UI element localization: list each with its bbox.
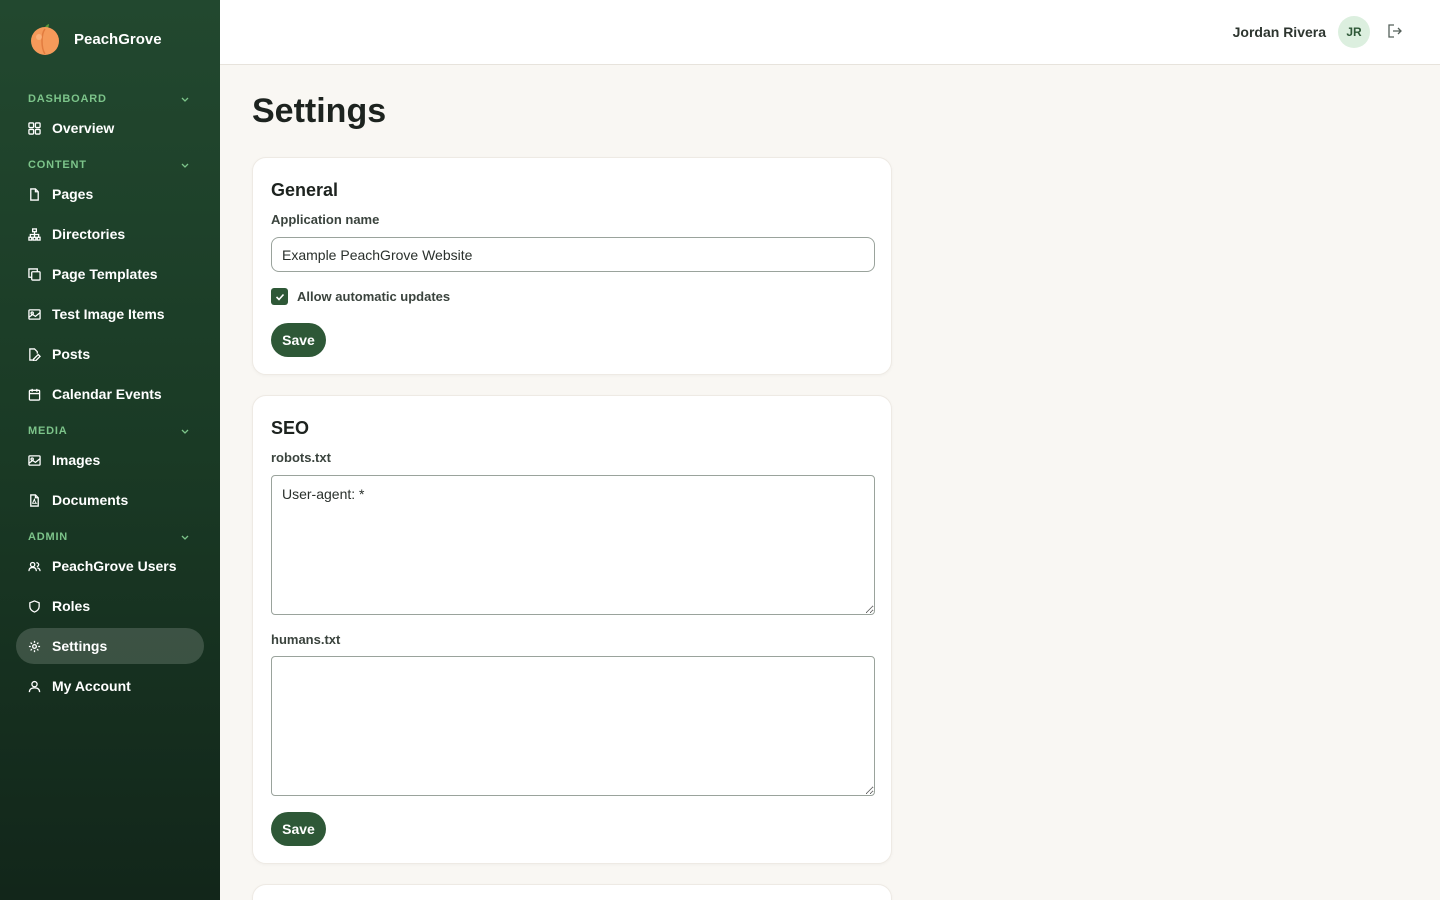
nav-section-content: CONTENT Pages Directories Page Templates… [0, 155, 220, 412]
nav-header-admin[interactable]: ADMIN [0, 527, 220, 547]
sidebar-item-label: Pages [52, 186, 94, 202]
sidebar-item-calendar-events[interactable]: Calendar Events [16, 376, 204, 412]
nav-header-content[interactable]: CONTENT [0, 155, 220, 175]
sidebar-item-documents[interactable]: Documents [16, 482, 204, 518]
file-edit-icon [29, 347, 41, 361]
card-title: General [271, 180, 339, 200]
auto-updates-row: Allow automatic updates [271, 288, 450, 305]
users-icon [28, 561, 41, 571]
image-icon [28, 308, 41, 320]
sidebar-item-label: Settings [52, 638, 108, 654]
sidebar-item-settings[interactable]: Settings [16, 628, 204, 664]
topbar: Jordan Rivera JR [220, 0, 1440, 65]
nav-header-label: MEDIA [28, 425, 68, 437]
gear-icon [28, 640, 41, 652]
application-name-label: Application name [271, 212, 380, 227]
card-title: SEO [271, 418, 310, 438]
nav-header-media[interactable]: MEDIA [0, 421, 220, 441]
auto-updates-label[interactable]: Allow automatic updates [297, 289, 450, 304]
sidebar-item-label: Posts [52, 346, 91, 362]
check-icon [275, 293, 284, 301]
sidebar-item-users[interactable]: PeachGrove Users [16, 548, 204, 584]
sidebar-item-directories[interactable]: Directories [16, 216, 204, 252]
sidebar-item-label: Documents [52, 492, 129, 508]
user-name[interactable]: Jordan Rivera [1233, 24, 1326, 40]
sidebar-item-test-image-items[interactable]: Test Image Items [16, 296, 204, 332]
brand[interactable]: PeachGrove [28, 22, 162, 56]
file-pdf-icon [30, 493, 39, 507]
sidebar-item-label: Calendar Events [52, 386, 162, 402]
sidebar-item-label: PeachGrove Users [52, 558, 177, 574]
logout-icon[interactable] [1386, 22, 1404, 40]
image-icon [28, 454, 41, 466]
nav-section-admin: ADMIN PeachGrove Users Roles Settings My… [0, 527, 220, 704]
nav-section-media: MEDIA Images Documents [0, 421, 220, 518]
shield-icon [29, 599, 40, 613]
seo-save-button[interactable]: Save [271, 812, 326, 846]
sitemap-icon [28, 227, 41, 241]
sidebar-item-roles[interactable]: Roles [16, 588, 204, 624]
chevron-down-icon [181, 163, 189, 168]
sidebar-item-images[interactable]: Images [16, 442, 204, 478]
next-settings-card [252, 884, 892, 900]
auto-updates-checkbox[interactable] [271, 288, 288, 305]
sidebar-item-posts[interactable]: Posts [16, 336, 204, 372]
nav-section-dashboard: DASHBOARD Overview [0, 89, 220, 146]
copy-icon [28, 267, 41, 281]
page-title: Settings [252, 92, 387, 130]
sidebar-item-overview[interactable]: Overview [16, 110, 204, 146]
peach-logo-icon [31, 24, 59, 55]
sidebar-item-my-account[interactable]: My Account [16, 668, 204, 704]
sidebar-item-label: Roles [52, 598, 91, 614]
chevron-down-icon [181, 535, 189, 540]
nav-header-dashboard[interactable]: DASHBOARD [0, 89, 220, 109]
general-save-button[interactable]: Save [271, 323, 326, 357]
robots-txt-textarea[interactable]: User-agent: * [271, 475, 875, 615]
sidebar-item-label: Test Image Items [52, 306, 165, 322]
sidebar-item-label: Overview [52, 120, 115, 136]
seo-settings-card: SEO robots.txt User-agent: * humans.txt … [252, 395, 892, 864]
brand-name: PeachGrove [74, 30, 162, 48]
sidebar-item-label: Page Templates [52, 266, 158, 282]
sidebar-item-label: Images [52, 452, 101, 468]
robots-txt-label: robots.txt [271, 450, 331, 465]
user-icon [28, 680, 41, 692]
sidebar: PeachGrove DASHBOARD Overview CONTENT Pa… [0, 0, 220, 900]
sidebar-item-page-templates[interactable]: Page Templates [16, 256, 204, 292]
chevron-down-icon [181, 429, 189, 434]
nav-header-label: DASHBOARD [28, 93, 107, 105]
nav-header-label: CONTENT [28, 159, 87, 171]
nav-header-label: ADMIN [28, 531, 69, 543]
humans-txt-label: humans.txt [271, 632, 341, 647]
sidebar-item-pages[interactable]: Pages [16, 176, 204, 212]
chevron-down-icon [181, 97, 189, 102]
humans-txt-textarea[interactable] [271, 656, 875, 796]
sidebar-item-label: My Account [52, 678, 131, 694]
grid-icon [28, 121, 41, 135]
file-icon [30, 187, 39, 201]
sidebar-item-label: Directories [52, 226, 126, 242]
application-name-input[interactable] [271, 237, 875, 272]
calendar-icon [28, 388, 41, 401]
general-settings-card: General Application name Allow automatic… [252, 157, 892, 375]
avatar[interactable]: JR [1338, 16, 1370, 48]
